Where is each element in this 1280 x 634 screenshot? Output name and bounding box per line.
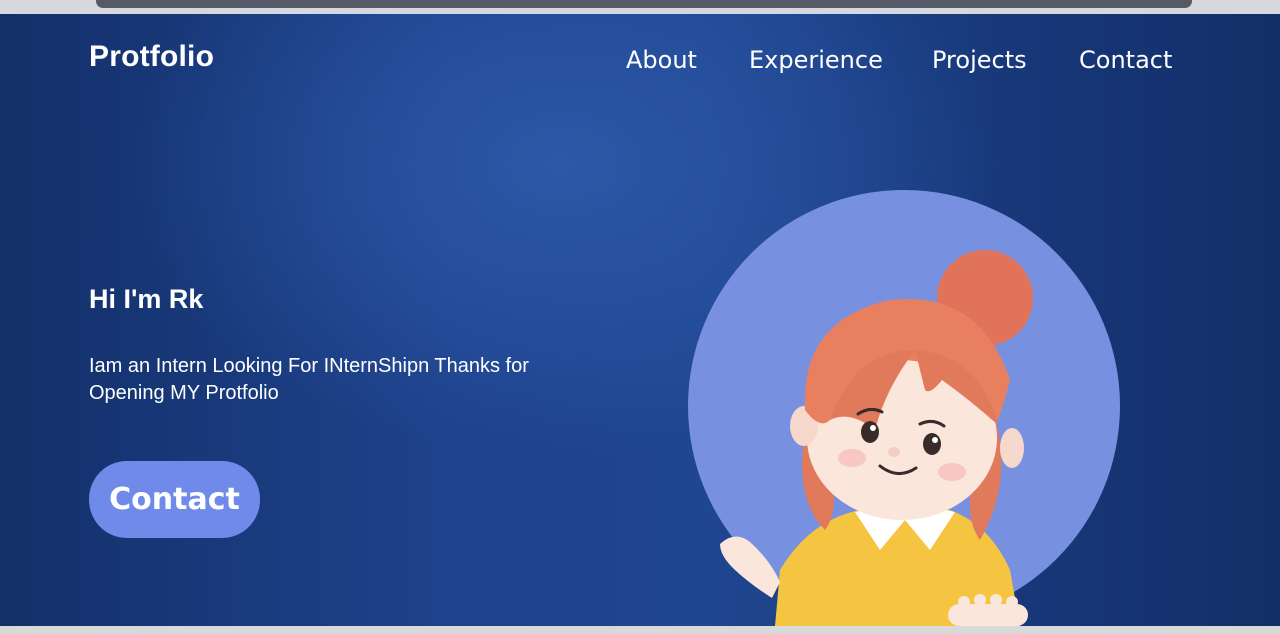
nav-item-contact[interactable]: Contact — [1079, 45, 1172, 75]
screen: Protfolio About Experience Projects Cont… — [0, 0, 1280, 634]
main-nav: About Experience Projects Contact — [0, 45, 1280, 79]
hero-description: Iam an Intern Looking For INternShipn Th… — [89, 355, 529, 404]
bottom-strip — [0, 626, 1280, 634]
portfolio-page: Protfolio About Experience Projects Cont… — [0, 14, 1280, 626]
nav-item-about[interactable]: About — [626, 45, 697, 75]
nav-item-projects[interactable]: Projects — [932, 45, 1027, 75]
browser-chrome — [0, 0, 1280, 14]
contact-button[interactable]: Contact — [89, 461, 260, 538]
address-bar[interactable] — [96, 0, 1192, 8]
avatar-girl-illustration-icon — [688, 190, 1120, 626]
nav-item-experience[interactable]: Experience — [749, 45, 883, 75]
hero-title: Hi I'm Rk — [89, 284, 204, 314]
avatar — [680, 190, 1140, 626]
